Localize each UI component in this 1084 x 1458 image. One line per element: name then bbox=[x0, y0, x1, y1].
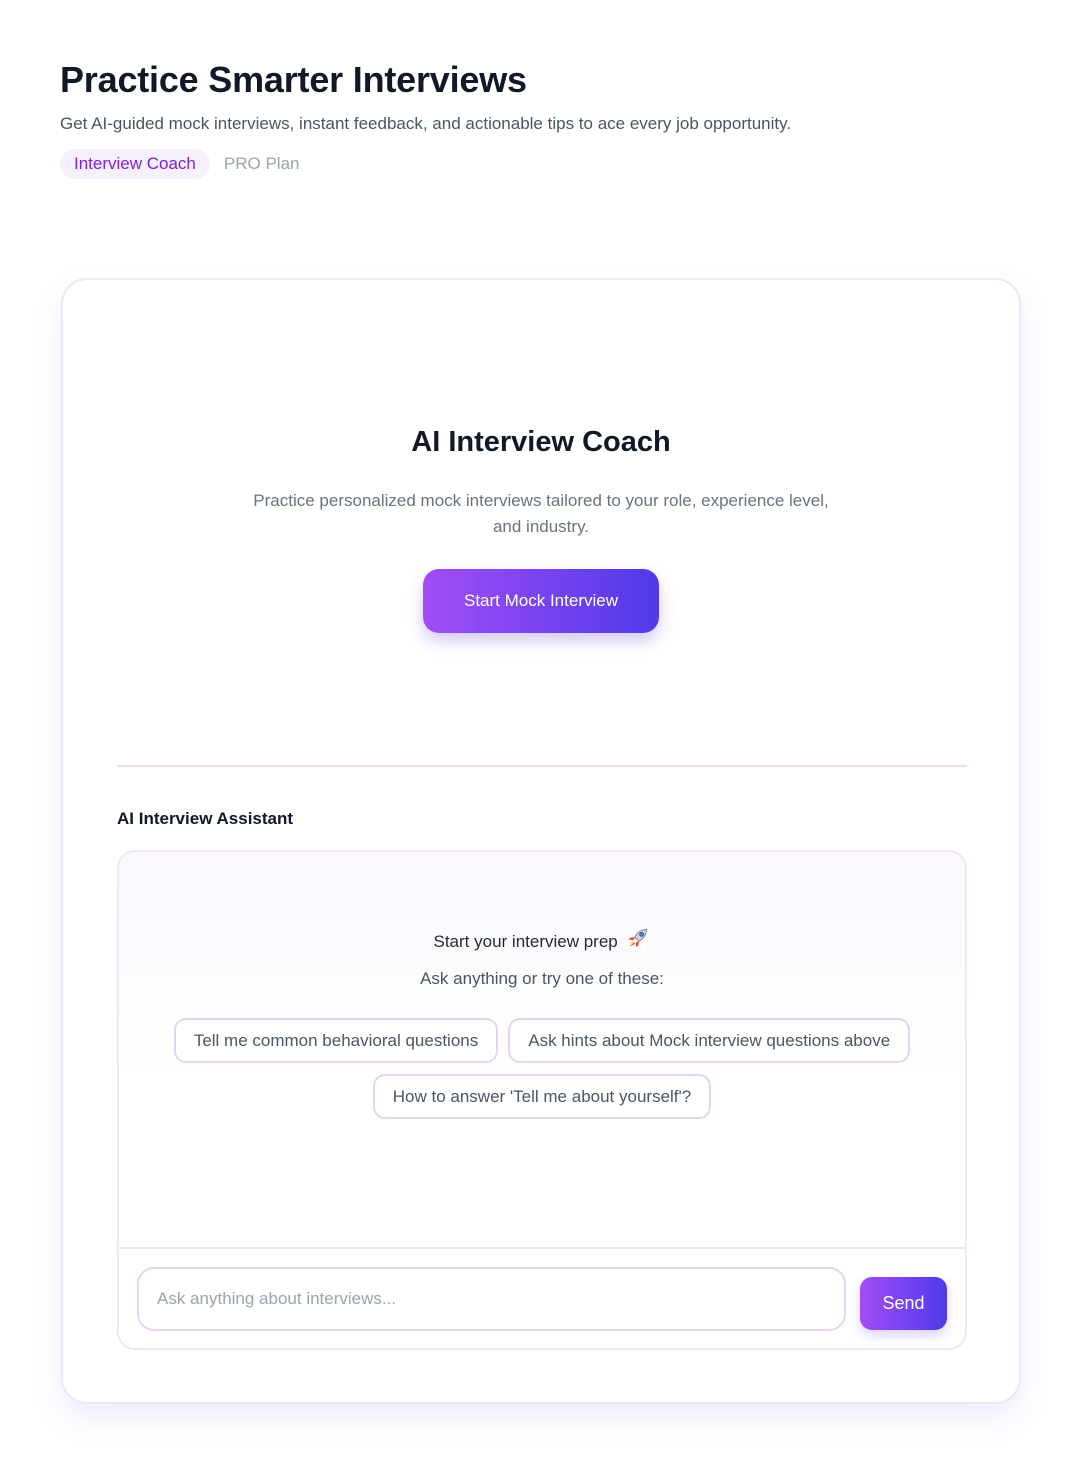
chat-empty-state: Start your interview prep Ask anything o… bbox=[119, 926, 965, 1119]
section-divider bbox=[117, 765, 967, 767]
page-subtitle: Get AI-guided mock interviews, instant f… bbox=[60, 114, 792, 133]
chat-intro-title: Start your interview prep bbox=[119, 926, 965, 956]
badge-row: Interview Coach PRO Plan bbox=[60, 149, 1020, 179]
rocket-icon bbox=[626, 926, 650, 956]
pro-plan-badge: PRO Plan bbox=[223, 154, 300, 173]
coach-description: Practice personalized mock interviews ta… bbox=[253, 491, 829, 536]
coach-title: AI Interview Coach bbox=[411, 426, 671, 458]
interview-coach-badge: Interview Coach bbox=[60, 149, 210, 179]
suggestion-chip-tell-me-about-yourself[interactable]: How to answer 'Tell me about yourself'? bbox=[372, 1074, 712, 1119]
chat-input-bar: Send bbox=[119, 1247, 965, 1348]
chat-intro-title-text: Start your interview prep bbox=[433, 932, 618, 951]
start-mock-interview-button[interactable]: Start Mock Interview bbox=[423, 569, 659, 633]
suggestion-chip-mock-hints[interactable]: Ask hints about Mock interview questions… bbox=[508, 1018, 911, 1063]
chat-panel: Start your interview prep Ask anything o… bbox=[117, 850, 967, 1350]
page-header: Practice Smarter Interviews Get AI-guide… bbox=[60, 58, 1020, 179]
chat-intro-subtitle: Ask anything or try one of these: bbox=[420, 969, 664, 988]
suggestion-list: Tell me common behavioral questions Ask … bbox=[147, 1018, 937, 1119]
coach-hero: AI Interview Coach Practice personalized… bbox=[63, 424, 1019, 633]
page-title: Practice Smarter Interviews bbox=[60, 59, 527, 100]
assistant-section-title: AI Interview Assistant bbox=[117, 809, 294, 828]
coach-card: AI Interview Coach Practice personalized… bbox=[61, 278, 1021, 1404]
send-button[interactable]: Send bbox=[860, 1277, 947, 1330]
suggestion-chip-behavioral[interactable]: Tell me common behavioral questions bbox=[173, 1018, 499, 1063]
chat-input[interactable] bbox=[137, 1267, 846, 1331]
